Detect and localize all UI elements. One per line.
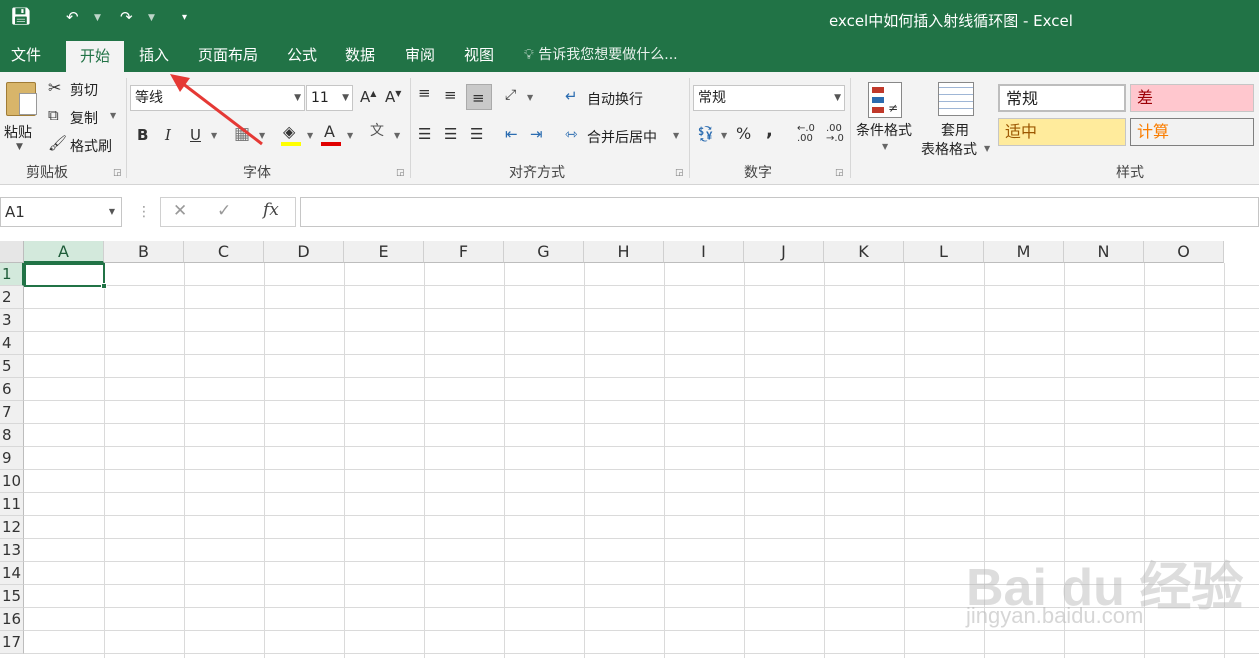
gridline xyxy=(664,263,665,658)
name-box[interactable]: A1 ▼ xyxy=(0,197,122,227)
row-header[interactable]: 1 xyxy=(0,263,24,286)
arrow-shaft xyxy=(177,78,263,146)
column-header[interactable]: G xyxy=(504,241,584,263)
gridline xyxy=(24,446,1259,447)
column-header[interactable]: B xyxy=(104,241,184,263)
row-header[interactable]: 11 xyxy=(0,493,24,516)
gridline xyxy=(824,263,825,658)
column-header[interactable]: K xyxy=(824,241,904,263)
row-header[interactable]: 8 xyxy=(0,424,24,447)
gridline xyxy=(344,263,345,658)
row-header[interactable]: 15 xyxy=(0,585,24,608)
column-header[interactable]: N xyxy=(1064,241,1144,263)
column-header[interactable]: D xyxy=(264,241,344,263)
gridline xyxy=(904,263,905,658)
fill-handle[interactable] xyxy=(101,283,107,289)
column-header[interactable]: C xyxy=(184,241,264,263)
row-header[interactable]: 4 xyxy=(0,332,24,355)
row-header[interactable]: 16 xyxy=(0,608,24,631)
column-header[interactable]: O xyxy=(1144,241,1224,263)
gridline xyxy=(24,331,1259,332)
column-header[interactable]: F xyxy=(424,241,504,263)
row-header[interactable]: 9 xyxy=(0,447,24,470)
column-header[interactable]: L xyxy=(904,241,984,263)
gridline xyxy=(24,492,1259,493)
more-options-icon[interactable]: ⋮ xyxy=(137,205,151,219)
formula-input[interactable] xyxy=(300,197,1259,227)
gridline xyxy=(744,263,745,658)
gridline xyxy=(24,308,1259,309)
column-header[interactable]: J xyxy=(744,241,824,263)
select-all-corner[interactable] xyxy=(0,241,24,263)
gridline xyxy=(24,538,1259,539)
formula-controls: ✕ ✓ fx xyxy=(160,197,296,227)
gridline xyxy=(24,423,1259,424)
insert-function-icon[interactable]: fx xyxy=(263,202,279,219)
column-header[interactable]: A xyxy=(24,241,104,263)
gridline xyxy=(24,469,1259,470)
gridline xyxy=(24,653,1259,654)
gridline xyxy=(24,377,1259,378)
row-header[interactable]: 5 xyxy=(0,355,24,378)
gridline xyxy=(184,263,185,658)
watermark-url: jingyan.baidu.com xyxy=(966,603,1144,628)
gridline xyxy=(24,354,1259,355)
column-header[interactable]: H xyxy=(584,241,664,263)
enter-icon[interactable]: ✓ xyxy=(217,203,231,220)
row-header[interactable]: 7 xyxy=(0,401,24,424)
chevron-down-icon: ▼ xyxy=(108,207,115,216)
column-header[interactable]: I xyxy=(664,241,744,263)
arrow-head xyxy=(170,74,190,92)
gridline xyxy=(24,400,1259,401)
column-header[interactable]: E xyxy=(344,241,424,263)
row-header[interactable]: 2 xyxy=(0,286,24,309)
gridline xyxy=(24,630,1259,631)
row-header[interactable]: 3 xyxy=(0,309,24,332)
row-header[interactable]: 12 xyxy=(0,516,24,539)
row-header[interactable]: 10 xyxy=(0,470,24,493)
gridline xyxy=(504,263,505,658)
row-header[interactable]: 13 xyxy=(0,539,24,562)
gridline xyxy=(424,263,425,658)
gridline xyxy=(104,263,105,658)
cancel-icon[interactable]: ✕ xyxy=(173,203,187,220)
column-header[interactable]: M xyxy=(984,241,1064,263)
gridline xyxy=(264,263,265,658)
gridline xyxy=(24,515,1259,516)
row-header[interactable]: 6 xyxy=(0,378,24,401)
row-header[interactable]: 17 xyxy=(0,631,24,654)
row-header[interactable]: 14 xyxy=(0,562,24,585)
name-box-value: A1 xyxy=(5,203,25,221)
gridline xyxy=(584,263,585,658)
gridline xyxy=(24,285,1259,286)
formula-bar: A1 ▼ ⋮ ✕ ✓ fx xyxy=(0,192,1259,234)
selected-cell-a1[interactable] xyxy=(24,263,105,287)
